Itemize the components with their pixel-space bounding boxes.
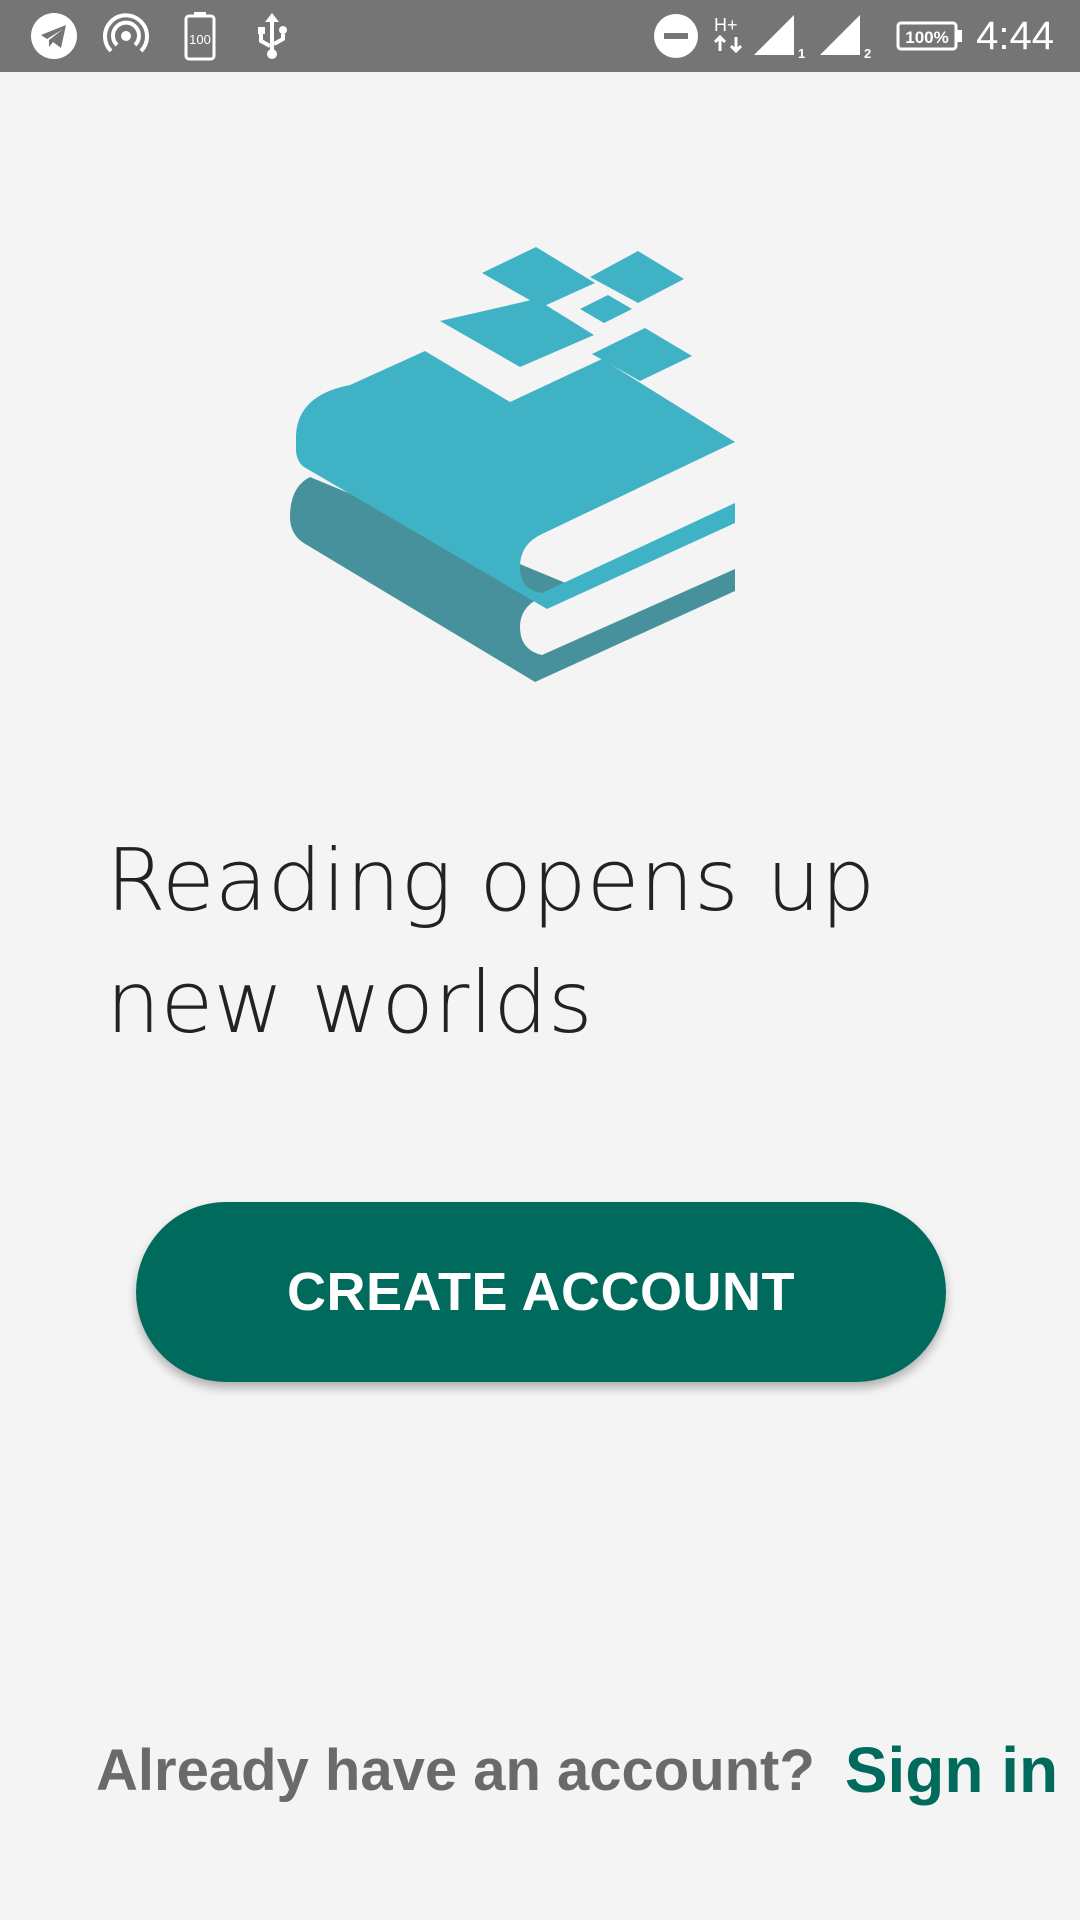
svg-text:100: 100 <box>189 32 211 47</box>
battery-saver-icon: 100 <box>180 0 220 72</box>
books-logo-icon <box>280 235 800 705</box>
already-have-account-text: Already have an account? <box>96 1737 815 1803</box>
svg-text:H+: H+ <box>714 15 738 35</box>
signal-sim1-icon: 1 <box>752 0 808 72</box>
svg-text:1: 1 <box>798 46 805 61</box>
sign-in-link[interactable]: Sign in <box>845 1733 1058 1807</box>
headline: Reading opens up new worlds <box>106 820 966 1064</box>
svg-text:100%: 100% <box>905 28 948 47</box>
hotspot-icon <box>100 0 152 72</box>
usb-icon <box>250 0 294 72</box>
pixel-blocks <box>440 247 692 381</box>
network-type-icon: H+ <box>712 0 748 72</box>
signin-prompt: Already have an account? Sign in <box>96 1730 1058 1810</box>
headline-line-2: new worlds <box>106 953 593 1053</box>
status-bar: 100 H+ 1 2 100% 4:44 <box>0 0 1080 72</box>
battery-icon: 100% <box>896 0 964 72</box>
do-not-disturb-icon <box>652 0 700 72</box>
telegram-icon <box>28 0 80 72</box>
headline-line-1: Reading opens up <box>106 831 876 931</box>
status-time: 4:44 <box>976 14 1054 58</box>
create-account-button[interactable]: CREATE ACCOUNT <box>136 1202 946 1382</box>
signal-sim2-icon: 2 <box>818 0 874 72</box>
svg-text:2: 2 <box>864 46 871 61</box>
